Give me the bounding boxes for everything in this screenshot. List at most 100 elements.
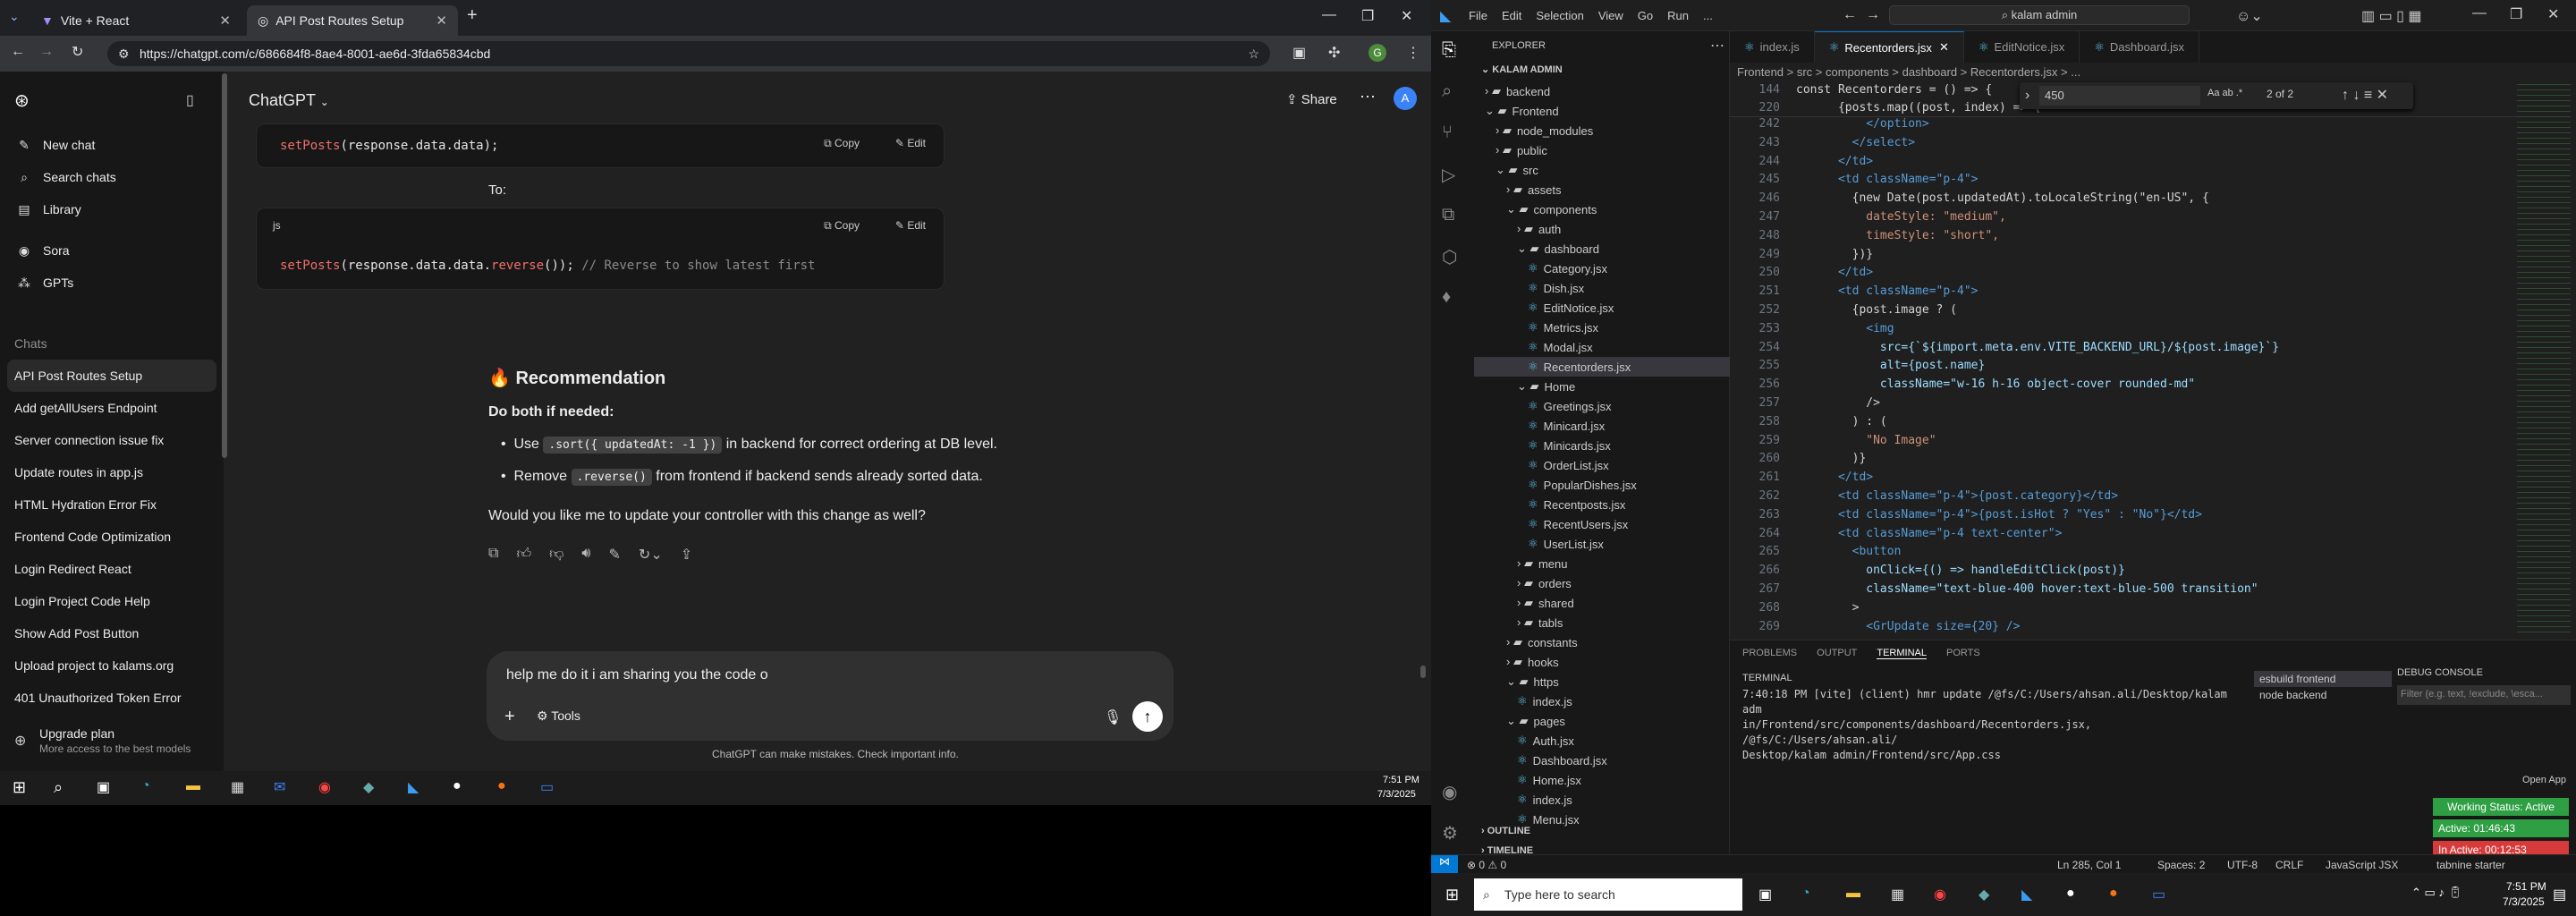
remote-indicator[interactable]: ⋈ — [1431, 855, 1458, 875]
sora-button[interactable]: ◉ Sora — [0, 234, 224, 267]
chat-history-item[interactable]: Update routes in app.js — [0, 456, 224, 488]
account-icon[interactable]: ◉ — [1442, 781, 1457, 803]
tree-file[interactable]: ⚛ Greetings.jsx — [1474, 396, 1730, 416]
vscode-icon[interactable]: ◣ — [408, 778, 419, 796]
tree-folder[interactable]: ⌄ ▰ components — [1474, 199, 1730, 219]
minimize-icon[interactable]: — — [1322, 7, 1336, 23]
tree-folder[interactable]: ⌄ ▰ https — [1474, 672, 1730, 691]
gpts-button[interactable]: ⁂ GPTs — [0, 267, 224, 299]
indentation[interactable]: Spaces: 2 — [2157, 859, 2205, 871]
workspace-root[interactable]: ⌄ KALAM ADMIN — [1481, 64, 1563, 75]
tree-folder[interactable]: › ▰ auth — [1474, 219, 1730, 239]
outline-section[interactable]: › OUTLINE — [1481, 826, 1530, 836]
reload-icon[interactable]: ↻ — [72, 43, 83, 61]
chat-history-item[interactable]: 401 Unauthorized Token Error — [0, 682, 224, 714]
chat-history-item[interactable]: API Post Routes Setup — [7, 360, 216, 392]
tree-file[interactable]: ⚛ Minicard.jsx — [1474, 416, 1730, 436]
menu-item[interactable]: View — [1598, 9, 1623, 22]
tree-folder[interactable]: › ▰ backend — [1474, 81, 1730, 101]
notification-icon[interactable]: ▤ — [2553, 886, 2566, 903]
thumbs-down-icon[interactable]: 👎︎ — [549, 546, 564, 564]
site-info-icon[interactable]: ⚙ — [118, 47, 130, 62]
tree-folder[interactable]: › ▰ orders — [1474, 573, 1730, 593]
new-chat-button[interactable]: ✎ New chat — [0, 129, 224, 161]
edge-icon[interactable]: ◔ — [1801, 886, 1810, 902]
panel-tab[interactable]: PORTS — [1946, 648, 1980, 659]
tree-folder[interactable]: › ▰ public — [1474, 140, 1730, 160]
open-app-label[interactable]: Open App — [2522, 775, 2566, 785]
tree-folder[interactable]: ⌄ ▰ dashboard — [1474, 239, 1730, 259]
upgrade-plan-button[interactable]: ⊕ Upgrade plan More access to the best m… — [0, 725, 224, 760]
copy-button[interactable]: ⧉ Copy — [824, 219, 860, 233]
mongodb-icon[interactable]: ♦ — [1442, 287, 1451, 308]
eol[interactable]: CRLF — [2275, 859, 2303, 871]
share-button[interactable]: ⇪ Share — [1286, 91, 1337, 107]
edit-canvas-icon[interactable]: ✎ — [609, 546, 621, 564]
store-icon[interactable]: ▦ — [231, 778, 244, 796]
profile-icon[interactable]: G — [1368, 44, 1386, 62]
tree-folder[interactable]: ⌄ ▰ Home — [1474, 377, 1730, 396]
language-mode[interactable]: JavaScript JSX — [2326, 859, 2398, 871]
tree-file[interactable]: ⚛ index.js — [1474, 691, 1730, 711]
tree-folder[interactable]: › ▰ shared — [1474, 593, 1730, 613]
tabnine-status[interactable]: tabnine starter — [2436, 859, 2505, 871]
more-icon[interactable]: ⋯ — [1710, 37, 1724, 55]
layout-icon[interactable]: ▥ ▭ ▯ ▦ — [2361, 7, 2422, 25]
chrome-icon[interactable]: ◉ — [318, 778, 331, 796]
task-view-icon[interactable]: ▣ — [97, 778, 110, 796]
copy-button[interactable]: ⧉ Copy — [824, 137, 860, 150]
regenerate-icon[interactable]: ↻⌄ — [639, 546, 663, 564]
edit-button[interactable]: ✎ Edit — [895, 219, 926, 232]
browser-tab-chatgpt[interactable]: ◎ API Post Routes Setup ✕ — [247, 5, 458, 36]
tools-button[interactable]: ⚙ Tools — [537, 708, 580, 724]
chat-history-item[interactable]: Upload project to kalams.org — [0, 649, 224, 682]
search-chats-button[interactable]: ⌕ Search chats — [0, 161, 224, 193]
menu-item[interactable]: Run — [1667, 9, 1689, 22]
settings-gear-icon[interactable]: ⚙ — [1442, 822, 1458, 844]
terminal-session[interactable]: esbuild frontend — [2254, 671, 2392, 687]
file-explorer-icon[interactable]: ▬ — [186, 778, 200, 794]
new-tab-button[interactable]: + — [467, 5, 478, 26]
tree-file[interactable]: ⚛ Recentposts.jsx — [1474, 495, 1730, 514]
tree-file[interactable]: ⚛ Dashboard.jsx — [1474, 751, 1730, 770]
debug-filter[interactable]: Filter (e.g. text, !exclude, \esca... — [2397, 685, 2571, 705]
system-tray-icons[interactable]: ⌃ ▭ ♪ 🔋︎ — [2411, 886, 2462, 900]
breadcrumb[interactable]: Frontend > src > components > dashboard … — [1737, 65, 2080, 79]
extensions-icon[interactable]: ⧉ — [1442, 205, 1454, 225]
add-icon[interactable]: + — [504, 707, 515, 727]
mail-icon[interactable]: ✉ — [274, 778, 285, 796]
read-aloud-icon[interactable]: 🔊︎ — [581, 546, 590, 564]
minimap[interactable] — [2517, 81, 2571, 636]
find-controls[interactable]: ↑ ↓ ≡ ✕ — [2342, 86, 2388, 104]
library-button[interactable]: ▤ Library — [0, 193, 224, 225]
forward-icon[interactable]: → — [39, 44, 54, 60]
close-icon[interactable]: ✕ — [219, 13, 231, 29]
problems-count[interactable]: ⊗ 0 ⚠ 0 — [1467, 859, 1506, 871]
menu-item[interactable]: Selection — [1536, 9, 1583, 22]
tree-file[interactable]: ⚛ EditNotice.jsx — [1474, 298, 1730, 318]
chat-history-item[interactable]: HTML Hydration Error Fix — [0, 488, 224, 521]
back-icon[interactable]: ← — [1843, 7, 1857, 23]
browser-tab-vite[interactable]: ▼ Vite + React ✕ — [30, 5, 242, 36]
zoom-icon[interactable]: ▭ — [540, 778, 554, 796]
bookmark-star-icon[interactable]: ☆ — [1248, 47, 1259, 62]
search-icon[interactable]: ⌕ — [54, 778, 63, 797]
more-options-icon[interactable]: ⋯ — [1360, 88, 1376, 106]
code-editor[interactable]: 242 </option> 243 </select> 244 </td> 245 <… — [1730, 117, 2517, 636]
close-window-icon[interactable]: ✕ — [1401, 7, 1412, 25]
editor-tab[interactable]: ⚛ index.js — [1730, 31, 1815, 63]
tree-file[interactable]: ⚛ UserList.jsx — [1474, 534, 1730, 554]
copy-icon[interactable]: ⧉ — [488, 546, 498, 564]
chrome-icon[interactable]: ◉ — [1934, 886, 1946, 903]
tree-folder[interactable]: › ▰ hooks — [1474, 652, 1730, 672]
search-icon[interactable]: ⌕ — [1442, 81, 1452, 102]
tree-file[interactable]: ⚛ Dish.jsx — [1474, 278, 1730, 298]
editor-tab[interactable]: ⚛ Recentorders.jsx ✕ — [1814, 31, 1964, 63]
tree-folder[interactable]: › ▰ assets — [1474, 180, 1730, 199]
sidebar-scrollbar[interactable] — [222, 73, 227, 458]
tree-file[interactable]: ⚛ Metrics.jsx — [1474, 318, 1730, 337]
close-icon[interactable]: ✕ — [1939, 40, 1949, 55]
copilot-icon[interactable]: ☺⌄ — [2236, 7, 2263, 25]
back-icon[interactable]: ← — [11, 44, 25, 60]
zoom-icon[interactable]: ▭ — [2152, 886, 2165, 903]
